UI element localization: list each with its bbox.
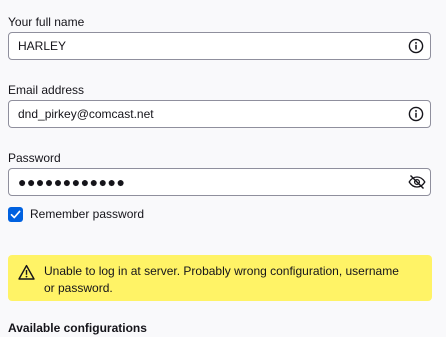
info-icon[interactable] xyxy=(408,38,424,54)
remember-password-row[interactable]: Remember password xyxy=(8,206,144,222)
email-field[interactable] xyxy=(8,100,431,128)
password-field[interactable] xyxy=(8,168,431,196)
warning-icon xyxy=(18,264,35,281)
email-input[interactable] xyxy=(9,101,389,127)
remember-password-checkbox[interactable] xyxy=(8,206,23,222)
available-configurations-heading: Available configurations xyxy=(8,321,147,335)
alert-message: Unable to log in at server. Probably wro… xyxy=(44,264,399,295)
email-label: Email address xyxy=(8,83,85,97)
account-setup-form: Your full name Email address Password xyxy=(0,0,446,337)
full-name-field[interactable] xyxy=(8,32,431,60)
password-label: Password xyxy=(8,151,61,165)
remember-password-label[interactable]: Remember password xyxy=(30,207,144,221)
info-icon[interactable] xyxy=(408,106,424,122)
full-name-label: Your full name xyxy=(8,15,85,29)
eye-slash-icon[interactable] xyxy=(408,174,426,190)
full-name-input[interactable] xyxy=(9,33,389,59)
checkmark-icon xyxy=(10,210,21,218)
password-input[interactable] xyxy=(9,169,389,195)
login-error-alert: Unable to log in at server. Probably wro… xyxy=(8,255,432,301)
